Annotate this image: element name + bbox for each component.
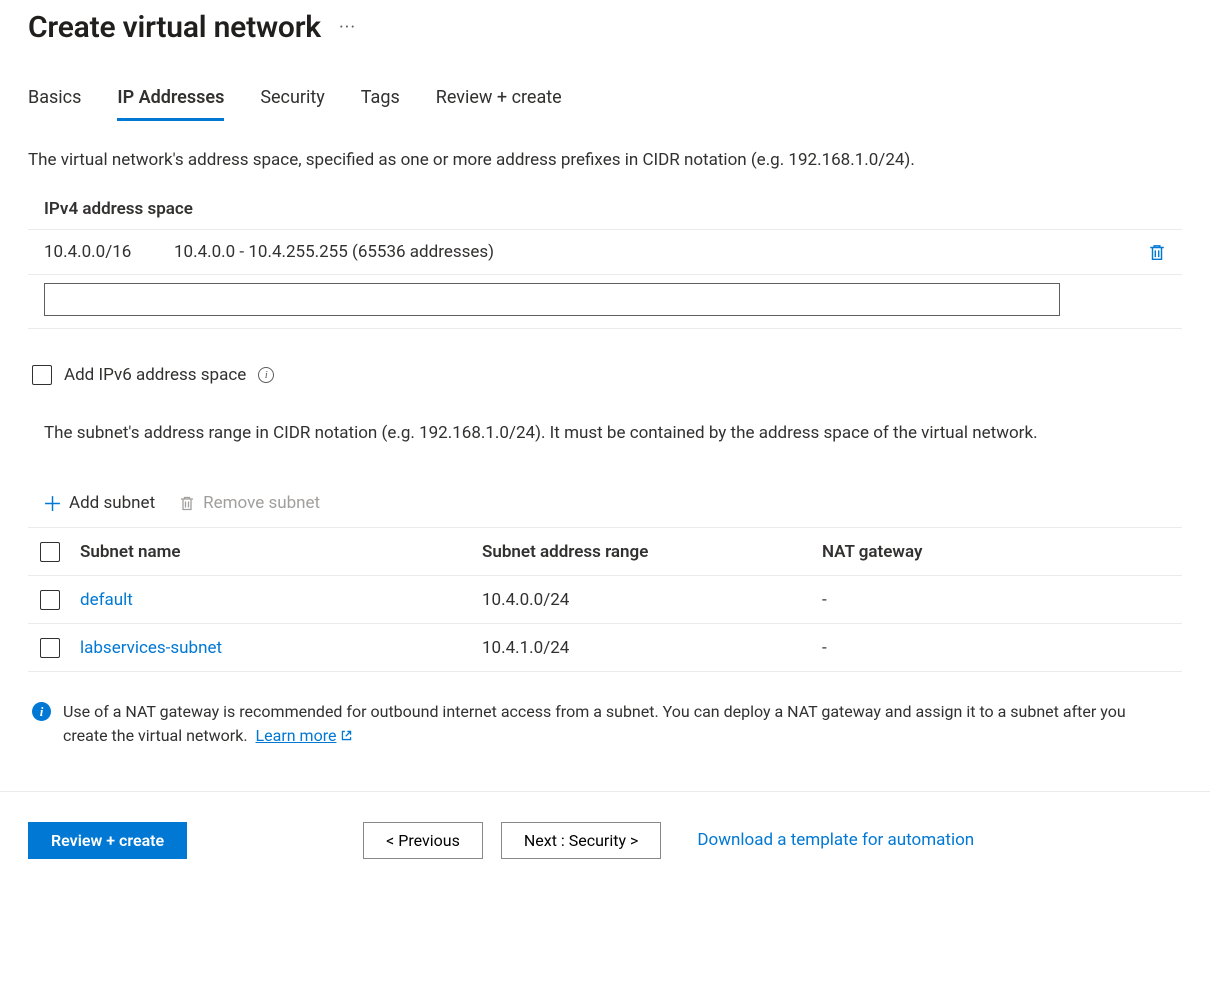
nat-info-text: Use of a NAT gateway is recommended for …	[63, 702, 1126, 744]
tab-basics[interactable]: Basics	[28, 81, 81, 121]
subnet-range-cell: 10.4.0.0/24	[482, 590, 822, 610]
previous-button[interactable]: < Previous	[363, 822, 483, 859]
subnet-table: Subnet name Subnet address range NAT gat…	[28, 527, 1182, 672]
column-subnet-range: Subnet address range	[482, 542, 822, 562]
trash-icon	[179, 494, 195, 512]
review-create-button[interactable]: Review + create	[28, 822, 187, 859]
table-row: default 10.4.0.0/24 -	[28, 576, 1182, 624]
tab-bar: Basics IP Addresses Security Tags Review…	[28, 81, 1182, 121]
row-checkbox[interactable]	[40, 638, 60, 658]
add-subnet-label: Add subnet	[69, 493, 155, 513]
external-link-icon	[340, 729, 353, 742]
select-all-checkbox[interactable]	[40, 542, 60, 562]
plus-icon	[44, 495, 61, 512]
column-subnet-name: Subnet name	[80, 542, 482, 562]
subnet-name-link[interactable]: default	[80, 590, 133, 610]
tab-tags[interactable]: Tags	[361, 81, 400, 121]
info-icon[interactable]: i	[258, 367, 274, 383]
column-nat-gateway: NAT gateway	[822, 542, 1182, 562]
subnet-table-header: Subnet name Subnet address range NAT gat…	[28, 528, 1182, 576]
address-space-table: 10.4.0.0/16 10.4.0.0 - 10.4.255.255 (655…	[28, 229, 1182, 329]
footer-bar: Review + create < Previous Next : Securi…	[0, 792, 1210, 893]
download-template-link[interactable]: Download a template for automation	[697, 830, 974, 850]
page-title: Create virtual network	[28, 10, 321, 45]
subnet-nat-cell: -	[822, 590, 1182, 610]
learn-more-link[interactable]: Learn more	[256, 724, 354, 747]
nat-info-banner: i Use of a NAT gateway is recommended fo…	[28, 700, 1138, 746]
info-icon: i	[32, 702, 51, 721]
tab-review-create[interactable]: Review + create	[436, 81, 562, 121]
add-ipv6-label: Add IPv6 address space	[64, 365, 246, 385]
subnet-nat-cell: -	[822, 638, 1182, 658]
tab-ip-addresses[interactable]: IP Addresses	[117, 81, 224, 121]
address-cidr: 10.4.0.0/16	[44, 242, 174, 262]
row-checkbox[interactable]	[40, 590, 60, 610]
address-space-row: 10.4.0.0/16 10.4.0.0 - 10.4.255.255 (655…	[28, 230, 1182, 275]
delete-icon[interactable]	[1148, 242, 1166, 262]
ipv4-address-space-label: IPv4 address space	[28, 199, 1182, 229]
address-space-input[interactable]	[44, 283, 1060, 316]
next-button[interactable]: Next : Security >	[501, 822, 662, 859]
remove-subnet-label: Remove subnet	[203, 493, 320, 513]
address-range: 10.4.0.0 - 10.4.255.255 (65536 addresses…	[174, 242, 1148, 262]
add-subnet-button[interactable]: Add subnet	[44, 493, 155, 513]
more-menu-icon[interactable]: ···	[339, 17, 356, 38]
tab-security[interactable]: Security	[260, 81, 324, 121]
address-space-description: The virtual network's address space, spe…	[28, 149, 1182, 173]
subnet-name-link[interactable]: labservices-subnet	[80, 638, 222, 658]
table-row: labservices-subnet 10.4.1.0/24 -	[28, 624, 1182, 672]
add-ipv6-checkbox[interactable]	[32, 365, 52, 385]
subnet-description: The subnet's address range in CIDR notat…	[44, 421, 1134, 446]
subnet-range-cell: 10.4.1.0/24	[482, 638, 822, 658]
remove-subnet-button: Remove subnet	[179, 493, 320, 513]
